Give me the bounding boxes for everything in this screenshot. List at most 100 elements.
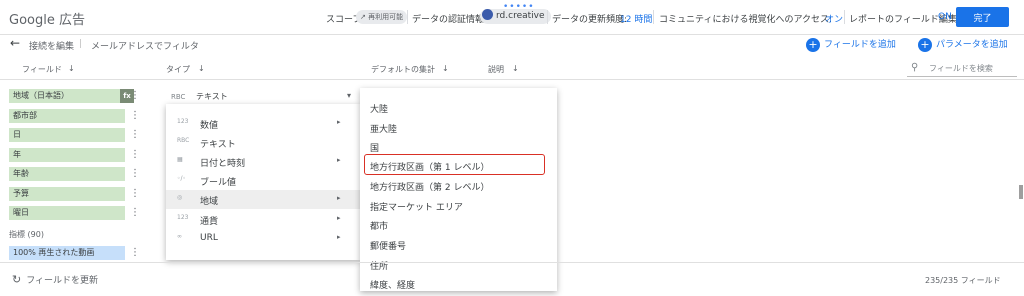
field-pill[interactable]: 年 — [9, 148, 125, 162]
menu-item-postal-code[interactable]: 郵便番号 — [370, 239, 406, 252]
column-header-type[interactable]: タイプ — [166, 64, 190, 75]
divider: | — [79, 39, 83, 49]
field-row[interactable]: 曜日 ⋮ — [0, 204, 140, 223]
geo-submenu: 大陸 亜大陸 国 地方行政区画（第 1 レベル） 地方行政区画（第 2 レベル）… — [360, 88, 557, 291]
plus-icon: + — [918, 37, 932, 52]
menu-item-continent[interactable]: 大陸 — [370, 102, 388, 115]
metrics-section-label: 指標 (90) — [9, 230, 44, 239]
field-pill[interactable]: 日 — [9, 128, 125, 142]
type-menu: 123 数値 ▸ RBC テキスト ▦ 日付と時刻 ▸ ◦/◦ ブール値 ◎ 地… — [166, 104, 360, 260]
more-options-icon[interactable]: ⋮ — [130, 206, 140, 220]
community-link[interactable]: オン — [825, 12, 843, 25]
menu-item-dma[interactable]: 指定マーケット エリア — [370, 200, 463, 213]
chevron-right-icon: ▸ — [337, 214, 341, 222]
add-field-button[interactable]: + フィールドを追加 — [806, 37, 896, 52]
sort-arrow-icon[interactable]: ↓ — [198, 64, 205, 73]
menu-item-country[interactable]: 国 — [370, 141, 379, 154]
more-options-icon[interactable]: ⋮ — [130, 167, 140, 181]
field-pill[interactable]: 曜日 — [9, 206, 125, 220]
chevron-right-icon: ▸ — [337, 118, 341, 126]
menu-item-number[interactable]: 123 数値 ▸ — [166, 114, 360, 133]
more-options-icon[interactable]: ⋮ — [130, 246, 140, 260]
field-row[interactable]: 日 ⋮ — [0, 126, 140, 145]
more-options-icon[interactable]: ⋮ — [130, 109, 140, 123]
community-label: コミュニティにおける視覚化へのアクセス: — [659, 15, 833, 25]
column-header-description[interactable]: 説明 — [488, 64, 504, 75]
text-type-icon: RBC — [177, 137, 190, 144]
metric-pill[interactable]: 100% 再生された動画 — [9, 246, 125, 260]
menu-item-boolean[interactable]: ◦/◦ ブール値 — [166, 171, 360, 190]
menu-item-region-level-1[interactable]: 地方行政区画（第 1 レベル） — [370, 160, 489, 173]
chevron-down-icon: ▾ — [346, 91, 351, 100]
credentials-user: rd.creative — [496, 11, 545, 21]
menu-item-url[interactable]: ∞ URL ▸ — [166, 229, 360, 248]
credentials-chip[interactable]: rd.creative — [480, 9, 551, 24]
menu-item-label: 通貨 — [200, 217, 219, 227]
sort-arrow-icon[interactable]: ↓ — [68, 64, 75, 73]
globe-icon: ◎ — [177, 194, 183, 201]
column-header-row: フィールド ↓ タイプ ↓ デフォルトの集計 ↓ 説明 ↓ ⚲ フィールドを検索 — [0, 59, 1024, 80]
menu-item-text[interactable]: RBC テキスト — [166, 133, 360, 152]
freshness-label: データの更新頻度: — [552, 15, 628, 25]
app-title: Google 広告 — [9, 13, 85, 28]
divider — [547, 10, 548, 24]
more-options-icon[interactable]: ⋮ — [130, 89, 140, 103]
plus-icon: + — [806, 37, 820, 52]
add-parameter-label: パラメータを追加 — [936, 40, 1008, 50]
type-select-value: テキスト — [195, 92, 228, 101]
back-arrow-icon[interactable]: ← — [10, 36, 20, 50]
search-input: フィールドを検索 — [929, 64, 993, 73]
search-icon: ⚲ — [911, 62, 919, 73]
column-header-field[interactable]: フィールド — [22, 64, 62, 75]
more-options-icon[interactable]: ⋮ — [130, 187, 140, 201]
field-pill[interactable]: 年齢 — [9, 167, 125, 181]
divider — [407, 10, 408, 24]
field-row[interactable]: 予算 ⋮ — [0, 185, 140, 204]
add-field-label: フィールドを追加 — [824, 40, 896, 50]
refresh-icon: ↻ — [12, 273, 22, 286]
refresh-fields-button[interactable]: ↻ フィールドを更新 — [12, 273, 98, 286]
more-options-icon[interactable]: ⋮ — [130, 128, 140, 142]
field-row[interactable]: 都市部 ⋮ — [0, 107, 140, 126]
type-select[interactable]: RBC テキスト ▾ — [171, 91, 351, 105]
secondary-bar: ← 接続を編集 | メールアドレスでフィルタ + フィールドを追加 + パラメータを… — [0, 35, 1024, 57]
field-row[interactable]: 年 ⋮ — [0, 146, 140, 165]
menu-item-city[interactable]: 都市 — [370, 219, 388, 232]
menu-item-currency[interactable]: 123 通貨 ▸ — [166, 210, 360, 229]
top-bar: Google 広告 ••••• スコープ: ↗ 再利用可能 データの認証情報: … — [0, 0, 1024, 35]
chevron-right-icon: ▸ — [337, 233, 341, 241]
calendar-icon: ▦ — [177, 156, 183, 163]
more-options-icon[interactable]: ⋮ — [130, 148, 140, 162]
field-name: 地域（日本語） — [13, 91, 69, 100]
divider — [844, 10, 845, 24]
done-button[interactable]: 完了 — [956, 7, 1009, 27]
add-parameter-button[interactable]: + パラメータを追加 — [918, 37, 1008, 52]
report-edit-link[interactable]: ON — [938, 12, 952, 22]
menu-item-region-level-2[interactable]: 地方行政区画（第 2 レベル） — [370, 180, 489, 193]
scope-chip[interactable]: ↗ 再利用可能 — [356, 10, 408, 24]
link-icon: ∞ — [177, 233, 182, 240]
menu-item-subcontinent[interactable]: 亜大陸 — [370, 122, 397, 135]
edit-connection-link[interactable]: 接続を編集 — [29, 39, 74, 52]
field-pill[interactable]: 予算 — [9, 187, 125, 201]
field-row[interactable]: 年齢 ⋮ — [0, 165, 140, 184]
credentials-label: データの認証情報: — [412, 15, 488, 25]
menu-item-label: URL — [200, 233, 218, 243]
menu-item-geo[interactable]: ◎ 地域 ▸ — [166, 190, 360, 209]
field-row[interactable]: 100% 再生された動画 ⋮ — [0, 244, 140, 263]
column-header-default-aggregation[interactable]: デフォルトの集計 — [371, 64, 435, 75]
field-pill[interactable]: 都市部 — [9, 109, 125, 123]
search-field[interactable]: ⚲ フィールドを検索 — [907, 61, 1017, 77]
text-type-icon: RBC — [171, 93, 186, 101]
email-filter-link[interactable]: メールアドレスでフィルタ — [91, 39, 199, 52]
sort-arrow-icon[interactable]: ↓ — [512, 64, 519, 73]
field-pill[interactable]: 地域（日本語） fx — [9, 89, 134, 103]
number-type-icon: 123 — [177, 118, 189, 125]
refresh-label: フィールドを更新 — [26, 276, 99, 286]
menu-item-date-time[interactable]: ▦ 日付と時刻 ▸ — [166, 152, 360, 171]
freshness-link[interactable]: 12 時間 — [620, 12, 652, 25]
page-scrollbar-thumb[interactable] — [1019, 185, 1023, 199]
menu-item-label: 数値 — [200, 121, 219, 131]
field-row[interactable]: 地域（日本語） fx ⋮ — [0, 87, 140, 106]
sort-arrow-icon[interactable]: ↓ — [442, 64, 449, 73]
